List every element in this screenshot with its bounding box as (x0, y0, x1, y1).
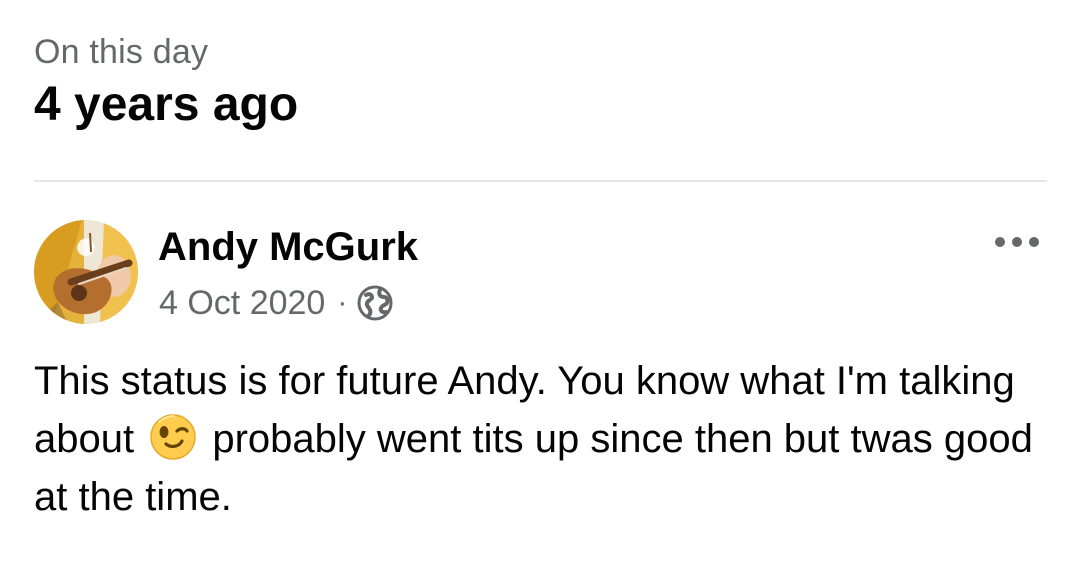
more-options-icon (995, 237, 1039, 247)
author-name[interactable]: Andy McGurk (158, 222, 418, 272)
post-header: Andy McGurk 4 Oct 2020 · (34, 218, 1047, 328)
post-text: This status is for future Andy. You know… (34, 352, 1039, 526)
post-meta: 4 Oct 2020 · (159, 282, 393, 324)
winking-face-emoji (150, 414, 196, 460)
memory-header: On this day 4 years ago (34, 30, 298, 134)
memory-kicker: On this day (34, 33, 209, 71)
post-date[interactable]: 4 Oct 2020 (159, 282, 325, 324)
more-options-button[interactable] (987, 224, 1047, 260)
author-avatar[interactable] (34, 220, 138, 324)
globe-icon[interactable] (357, 285, 393, 321)
memory-title: 4 years ago (34, 78, 299, 131)
section-divider (34, 180, 1047, 182)
meta-separator: · (337, 286, 348, 319)
